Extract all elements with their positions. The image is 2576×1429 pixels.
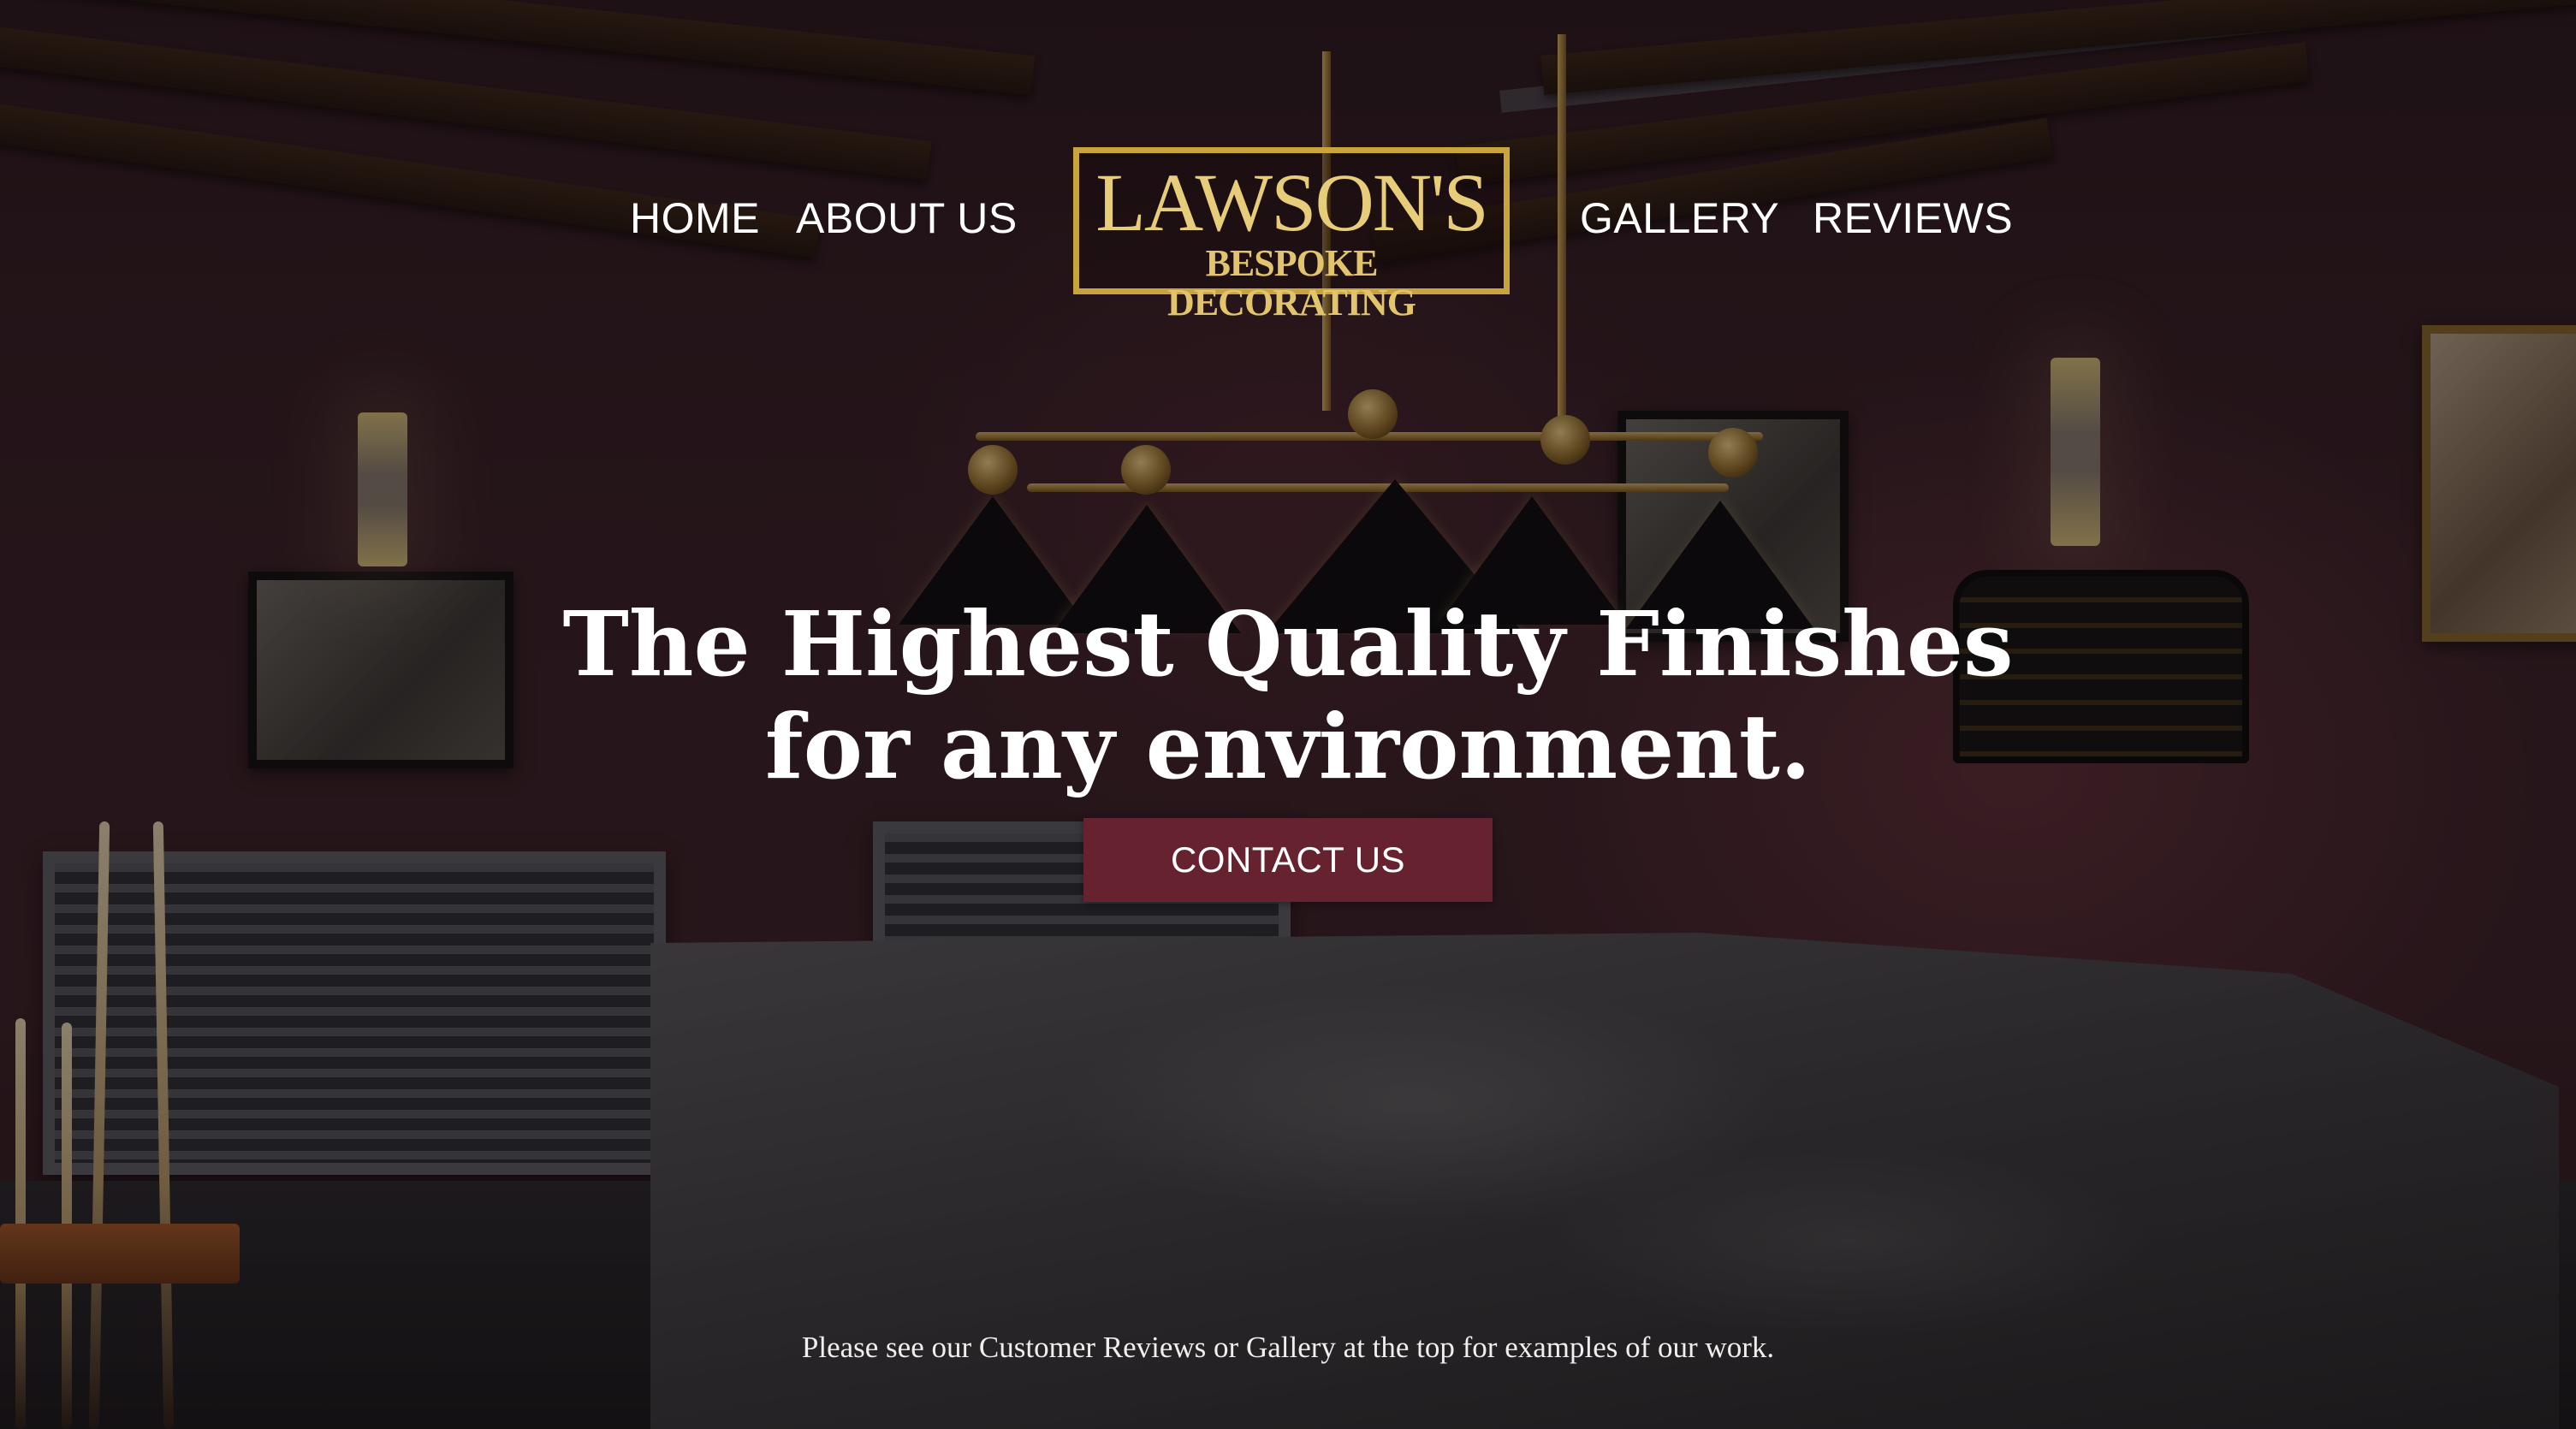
hero-section: HOME ABOUT US LAWSON'S BESPOKE DECORATIN… — [0, 0, 2576, 1429]
hero-headline-line2: for any environment. — [764, 694, 1812, 799]
nav-gallery-link[interactable]: GALLERY — [1580, 193, 1779, 243]
contact-us-button[interactable]: CONTACT US — [1083, 818, 1493, 902]
logo-tagline: BESPOKE DECORATING — [1167, 242, 1416, 323]
nav-reviews-link[interactable]: REVIEWS — [1813, 193, 2013, 243]
site-logo[interactable]: LAWSON'S BESPOKE DECORATING — [1073, 147, 1510, 323]
nav-about-link[interactable]: ABOUT US — [796, 193, 1018, 243]
logo-wordmark: LAWSON'S — [1095, 157, 1489, 248]
hero-footnote: Please see our Customer Reviews or Galle… — [801, 1331, 1775, 1364]
hero-headline-line1: The Highest Quality Finishes — [562, 591, 2014, 697]
nav-home-link[interactable]: HOME — [630, 193, 760, 243]
